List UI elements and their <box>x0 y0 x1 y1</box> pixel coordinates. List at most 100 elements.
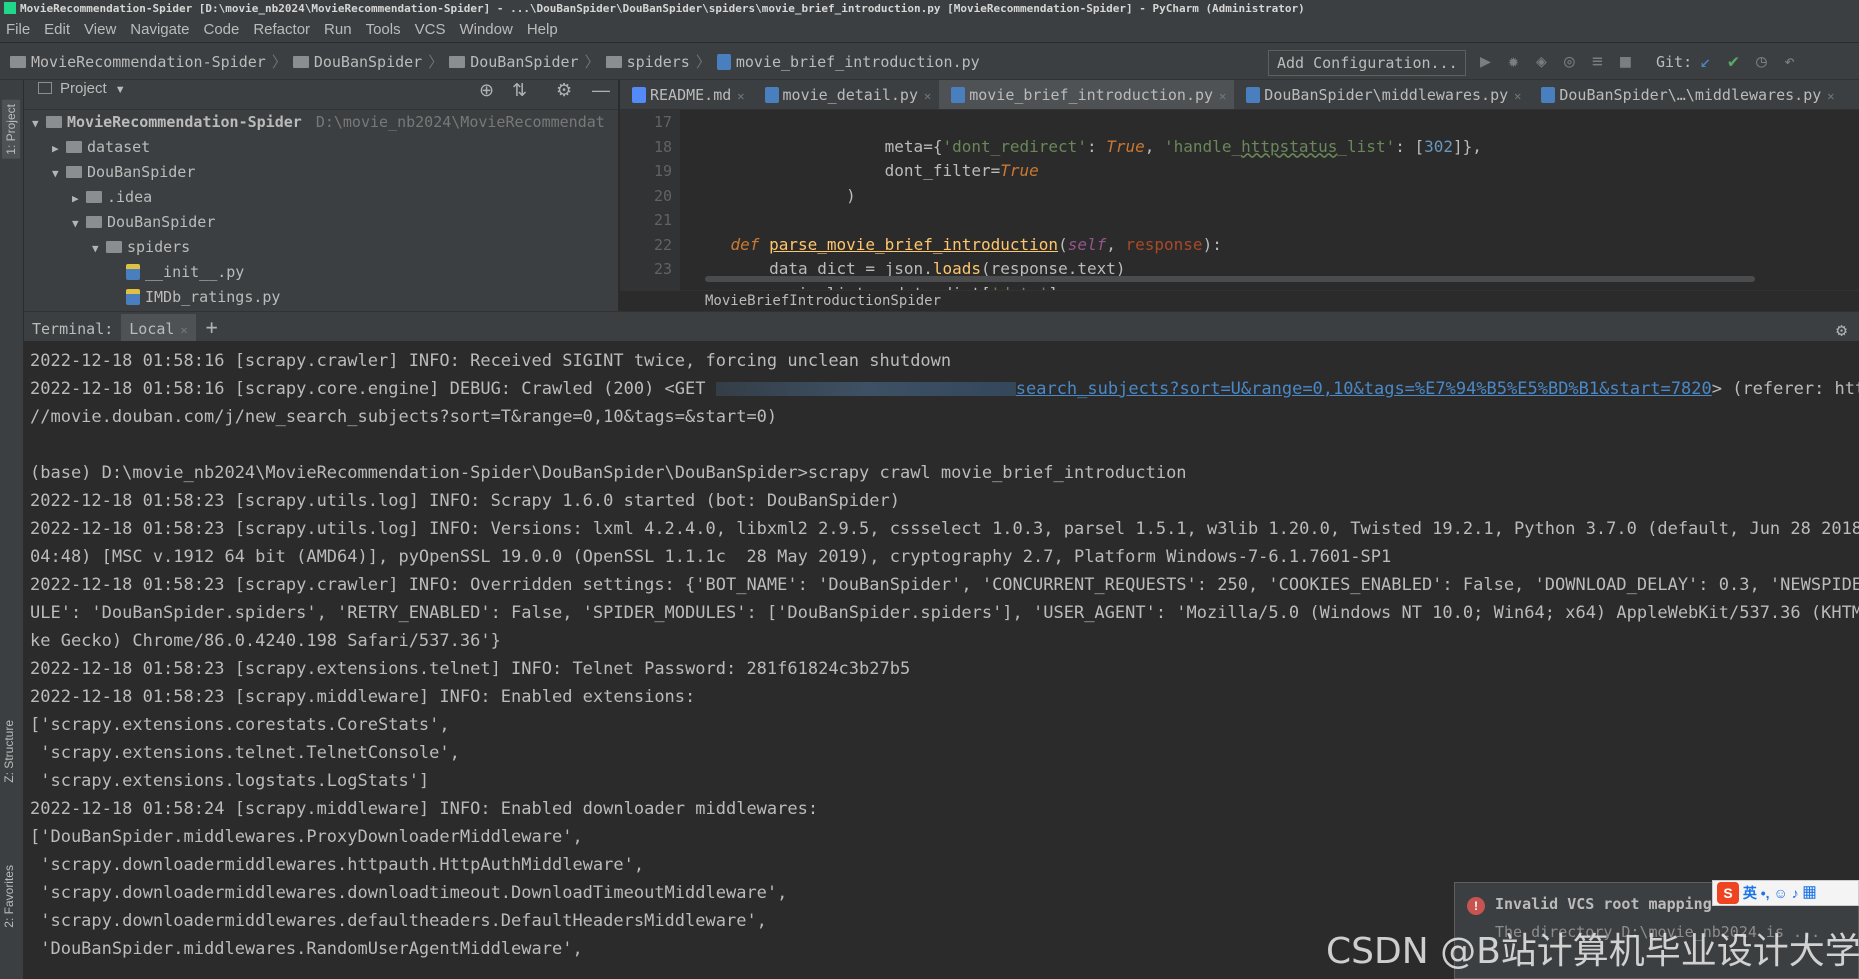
editor-tab[interactable]: DouBanSpider\middlewares.py ✕ <box>1234 80 1529 109</box>
git-history-icon[interactable]: ◷ <box>1756 51 1767 73</box>
breadcrumb-item[interactable]: DouBanSpider <box>449 43 579 81</box>
locate-icon[interactable]: ⊕ <box>479 80 494 101</box>
menu-item-navigate[interactable]: Navigate <box>130 21 189 38</box>
terminal-line: ke Gecko) Chrome/86.0.4240.198 Safari/53… <box>30 631 501 651</box>
collapsed-arrow-icon[interactable]: ▶ <box>72 186 86 211</box>
menu-item-code[interactable]: Code <box>203 21 239 38</box>
code-breadcrumb[interactable]: MovieBriefIntroductionSpider <box>620 290 1859 311</box>
tree-node[interactable]: ▶ .idea <box>24 185 618 210</box>
left-tool-strip: 1: Project Z: Structure 2: Favorites <box>0 80 24 979</box>
editor-tab-label: DouBanSpider\…\middlewares.py <box>1559 86 1822 104</box>
gear-icon[interactable]: ⚙ <box>556 80 572 101</box>
punctuation-icon[interactable]: •, <box>1761 885 1770 901</box>
collapsed-arrow-icon[interactable]: ▶ <box>52 136 66 161</box>
window-title: MovieRecommendation-Spider [D:\movie_nb2… <box>20 2 1305 15</box>
breadcrumb-item[interactable]: spiders <box>605 43 690 81</box>
project-tree: ▼ MovieRecommendation-Spider D:\movie_nb20… <box>24 110 618 310</box>
add-configuration-button[interactable]: Add Configuration... <box>1268 50 1466 76</box>
stop-icon[interactable]: ■ <box>1620 51 1631 73</box>
python-file-icon <box>126 264 140 280</box>
debug-icon[interactable]: ✹ <box>1508 51 1519 73</box>
favorites-tool-tab[interactable]: 2: Favorites <box>2 865 16 928</box>
terminal-line: 2022-12-18 01:58:23 [scrapy.extensions.t… <box>30 659 911 679</box>
python-file-icon <box>126 289 140 305</box>
emoji-icon[interactable]: ☺ <box>1773 885 1787 901</box>
close-icon[interactable]: ✕ <box>1514 89 1521 103</box>
tree-node-label: MovieRecommendation-Spider <box>67 113 302 131</box>
breadcrumb-label: MovieRecommendation-Spider <box>31 53 266 71</box>
menu-item-help[interactable]: Help <box>527 21 558 38</box>
breadcrumb-item[interactable]: movie_brief_introduction.py <box>716 43 980 81</box>
tree-node[interactable]: ▼ DouBanSpider <box>24 160 618 185</box>
tree-node[interactable]: __init__.py <box>24 260 618 285</box>
project-tool-tab[interactable]: 1: Project <box>2 100 20 159</box>
collapse-all-icon[interactable]: ⇅ <box>512 80 527 101</box>
editor-tab[interactable]: README.md ✕ <box>620 80 753 109</box>
structure-tool-tab[interactable]: Z: Structure <box>2 720 16 783</box>
breadcrumb-item[interactable]: MovieRecommendation-Spider <box>10 43 266 81</box>
expanded-arrow-icon[interactable]: ▼ <box>52 161 66 186</box>
horizontal-scrollbar[interactable] <box>705 276 1755 282</box>
editor-tab[interactable]: movie_brief_introduction.py ✕ <box>939 80 1235 109</box>
close-icon[interactable]: ✕ <box>180 323 187 337</box>
terminal-line: 2022-12-18 01:58:23 [scrapy.middleware] … <box>30 687 696 707</box>
editor-tab[interactable]: movie_detail.py ✕ <box>753 80 940 109</box>
ime-toolbar[interactable]: S 英 •, ☺ ♪ ▦ <box>1712 880 1859 906</box>
close-icon[interactable]: ✕ <box>737 89 744 103</box>
terminal-tab-label: Local <box>129 320 175 338</box>
editor-panel: README.md ✕ movie_detail.py ✕ movie_brief_in… <box>620 80 1859 311</box>
microphone-icon[interactable]: ♪ <box>1792 885 1799 901</box>
new-terminal-icon[interactable]: + <box>206 312 218 342</box>
terminal-toolbar: Terminal: Local ✕ + ⚙ <box>24 311 1859 344</box>
git-update-icon[interactable]: ↙ <box>1700 51 1711 73</box>
menu-item-edit[interactable]: Edit <box>44 21 70 38</box>
code-line: movie_list = data_dict['data'] <box>692 282 1859 291</box>
breadcrumb-item[interactable]: DouBanSpider <box>292 43 423 81</box>
git-commit-icon[interactable]: ✔ <box>1728 51 1739 73</box>
profile-icon[interactable]: ◎ <box>1564 51 1575 73</box>
keyboard-icon[interactable]: ▦ <box>1803 885 1817 901</box>
run-icon[interactable]: ▶ <box>1480 51 1491 73</box>
expanded-arrow-icon[interactable]: ▼ <box>72 211 86 236</box>
menu-item-refactor[interactable]: Refactor <box>253 21 310 38</box>
git-rollback-icon[interactable]: ↶ <box>1784 51 1795 73</box>
menu-item-window[interactable]: Window <box>459 21 512 38</box>
folder-icon <box>86 191 102 203</box>
close-icon[interactable]: ✕ <box>1219 89 1226 103</box>
terminal-line: 2022-12-18 01:58:24 [scrapy.middleware] … <box>30 799 819 819</box>
crawl-prefix: 2022-12-18 01:58:16 [scrapy.core.engine]… <box>30 379 716 399</box>
editor-tab[interactable]: DouBanSpider\…\middlewares.py ✕ <box>1529 80 1842 109</box>
coverage-icon[interactable]: ◈ <box>1536 51 1547 73</box>
tree-node[interactable]: ▶ dataset <box>24 135 618 160</box>
menu-item-tools[interactable]: Tools <box>366 21 401 38</box>
project-view-selector[interactable]: Project <box>60 80 107 97</box>
menu-item-vcs[interactable]: VCS <box>415 21 446 38</box>
expanded-arrow-icon[interactable]: ▼ <box>92 236 106 261</box>
tree-node[interactable]: ▼ spiders <box>24 235 618 260</box>
menu-item-file[interactable]: File <box>6 21 30 38</box>
folder-icon <box>86 216 102 228</box>
tree-node[interactable]: IMDb_ratings.py <box>24 285 618 310</box>
tree-node[interactable]: ▼ MovieRecommendation-Spider D:\movie_nb20… <box>24 110 618 135</box>
python-file-icon <box>951 87 966 103</box>
crawl-url-link[interactable]: search_subjects?sort=U&range=0,10&tags=%… <box>1016 379 1712 399</box>
breadcrumb-label: spiders <box>626 53 690 71</box>
chevron-down-icon[interactable]: ▼ <box>115 84 126 96</box>
hide-icon[interactable]: — <box>592 80 610 101</box>
menu-item-run[interactable]: Run <box>324 21 352 38</box>
code-area[interactable]: meta={'dont_redirect': True, 'handle_htt… <box>692 110 1859 291</box>
close-icon[interactable]: ✕ <box>1827 89 1834 103</box>
expanded-arrow-icon[interactable]: ▼ <box>32 111 46 136</box>
folder-icon <box>605 56 622 68</box>
tree-node[interactable]: ▼ DouBanSpider <box>24 210 618 235</box>
build-icon[interactable]: ≡ <box>1592 51 1603 73</box>
menu-item-view[interactable]: View <box>84 21 116 38</box>
folder-icon <box>10 56 26 68</box>
close-icon[interactable]: ✕ <box>924 89 931 103</box>
project-panel-header: Project ▼ ⊕ ⇅ ⚙ — <box>24 80 618 110</box>
breadcrumb-label: DouBanSpider <box>313 53 423 71</box>
terminal-tab-local[interactable]: Local ✕ <box>121 314 196 344</box>
ime-language[interactable]: 英 <box>1743 885 1757 901</box>
